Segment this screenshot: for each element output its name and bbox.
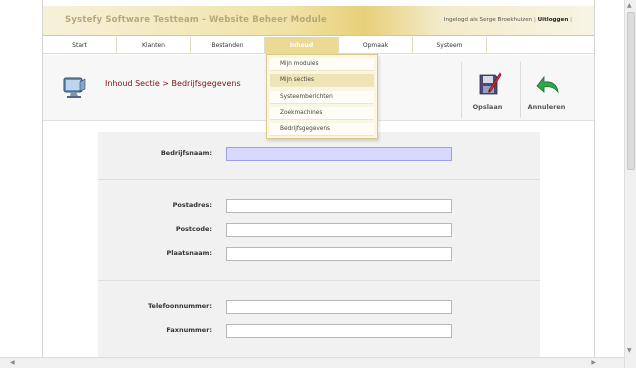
save-label: Opslaan (472, 103, 503, 111)
postcode-input[interactable] (226, 223, 452, 237)
logout-link[interactable]: Uitloggen (538, 17, 569, 23)
row-faxnummer: Faxnummer: (98, 324, 540, 338)
menu-item-bedrijfsgegevens[interactable]: Bedrijfsgegevens (270, 123, 374, 136)
scroll-up-icon[interactable]: ▲ (627, 2, 632, 9)
form-group-contact: Telefoonnummer: Faxnummer: (98, 282, 540, 357)
row-postcode: Postcode: (98, 223, 540, 237)
nav-start[interactable]: Start (43, 37, 117, 54)
horizontal-scrollbar[interactable]: ◀ ▶ (0, 357, 624, 368)
login-prefix: Ingelogd als (443, 17, 478, 23)
save-button[interactable]: Opslaan (461, 62, 513, 118)
faxnummer-input[interactable] (226, 324, 452, 338)
bedrijfsnaam-label: Bedrijfsnaam: (160, 149, 212, 157)
nav-systeem[interactable]: Systeem (413, 37, 487, 54)
app-header: Systefy Software Testteam - Website Behe… (43, 6, 594, 36)
plaatsnaam-input[interactable] (226, 247, 452, 261)
undo-arrow-icon (536, 75, 559, 94)
scroll-right-icon[interactable]: ▶ (591, 359, 596, 366)
section-title: Inhoud Sectie > Bedrijfsgegevens (105, 79, 241, 88)
menu-item-zoekmachines[interactable]: Zoekmachines (270, 107, 374, 120)
save-icon (479, 72, 502, 95)
monitor-icon (63, 77, 86, 98)
scroll-down-icon[interactable]: ▼ (627, 347, 632, 354)
nav-inhoud[interactable]: Inhoud (265, 37, 339, 54)
nav-opmaak[interactable]: Opmaak (339, 37, 413, 54)
row-bedrijfsnaam: Bedrijfsnaam: (98, 147, 540, 161)
menu-item-systeemberichten[interactable]: Systeemberichten (270, 91, 374, 104)
row-postadres: Postadres: (98, 199, 540, 213)
scrollbar-thumb[interactable] (627, 12, 635, 170)
telefoonnummer-input[interactable] (226, 300, 452, 314)
separator: | (533, 17, 536, 23)
telefoonnummer-label: Telefoonnummer: (147, 302, 212, 310)
cancel-button[interactable]: Annuleren (520, 62, 572, 118)
cancel-label: Annuleren (527, 103, 566, 111)
company-form: Bedrijfsnaam: Postadres: Postcode: Plaat… (98, 132, 540, 357)
menu-item-mijn-secties[interactable]: Mijn secties (270, 74, 374, 87)
form-group-name: Bedrijfsnaam: (98, 132, 540, 180)
row-telefoonnummer: Telefoonnummer: (98, 300, 540, 314)
row-plaatsnaam: Plaatsnaam: (98, 247, 540, 261)
postadres-label: Postadres: (172, 201, 212, 209)
vertical-scrollbar[interactable]: ▲ ▼ (624, 0, 636, 368)
plaatsnaam-label: Plaatsnaam: (166, 249, 212, 257)
bedrijfsnaam-input[interactable] (226, 147, 452, 161)
nav-bestanden[interactable]: Bestanden (191, 37, 265, 54)
faxnummer-label: Faxnummer: (166, 326, 212, 334)
app-title: Systefy Software Testteam - Website Behe… (65, 15, 327, 25)
user-name: Serge Broekhuizen (479, 17, 533, 23)
separator: | (570, 17, 572, 23)
nav-empty (487, 37, 561, 54)
scroll-left-icon[interactable]: ◀ (10, 359, 15, 366)
page-frame: Systefy Software Testteam - Website Behe… (42, 0, 595, 357)
inhoud-dropdown-menu: Mijn modules Mijn secties Systeembericht… (266, 54, 378, 139)
main-nav: Start Klanten Bestanden Inhoud Opmaak Sy… (43, 37, 594, 54)
login-info: Ingelogd als Serge Broekhuizen | Uitlogg… (444, 17, 572, 23)
menu-item-mijn-modules[interactable]: Mijn modules (270, 58, 374, 71)
form-group-address: Postadres: Postcode: Plaatsnaam: (98, 181, 540, 281)
nav-klanten[interactable]: Klanten (117, 37, 191, 54)
postadres-input[interactable] (226, 199, 452, 213)
postcode-label: Postcode: (175, 225, 212, 233)
